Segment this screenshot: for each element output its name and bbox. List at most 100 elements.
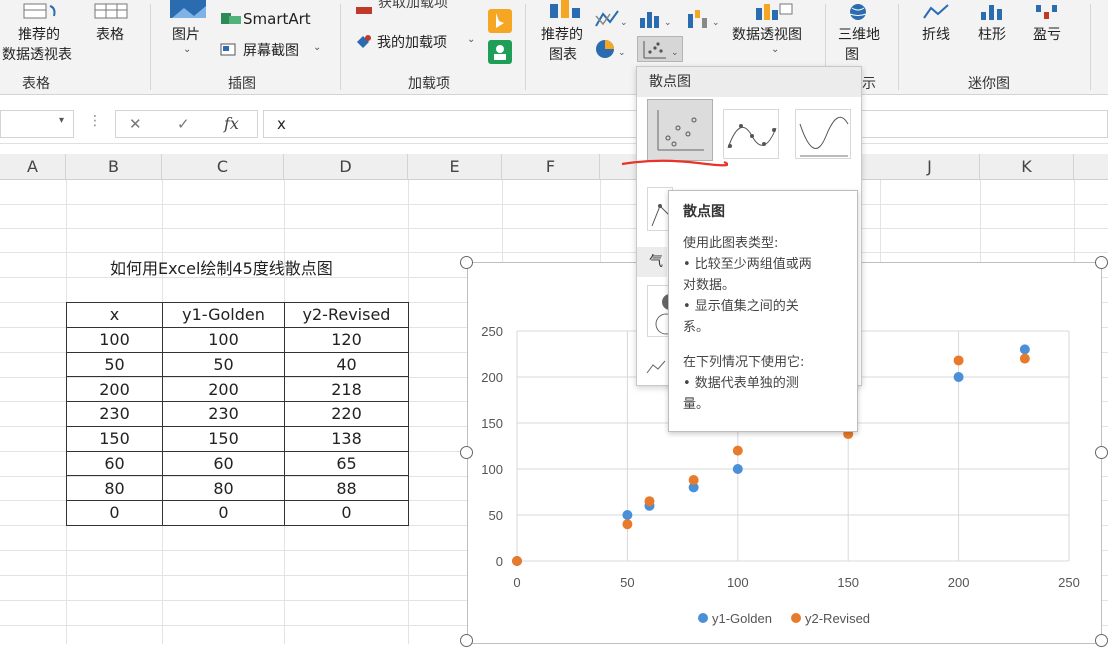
table-header-cell[interactable]: y1-Golden bbox=[162, 302, 285, 328]
table-cell[interactable]: 40 bbox=[284, 351, 409, 378]
recommended-pivottable-label-1[interactable]: 推荐的 bbox=[18, 24, 60, 44]
table-cell[interactable]: 150 bbox=[162, 425, 285, 452]
table-button[interactable]: 表格 bbox=[96, 24, 124, 44]
table-header-cell[interactable]: y2-Revised bbox=[284, 302, 409, 328]
my-addins-icon[interactable] bbox=[354, 33, 374, 51]
recommended-charts-icon[interactable] bbox=[548, 0, 586, 20]
table-cell[interactable]: 60 bbox=[162, 450, 285, 477]
chevron-down-icon[interactable]: ⌄ bbox=[467, 34, 475, 45]
table-icon[interactable] bbox=[93, 2, 129, 20]
tooltip-line: 量。 bbox=[683, 397, 710, 412]
table-cell[interactable]: 100 bbox=[162, 326, 285, 353]
cancel-icon[interactable]: ✕ bbox=[129, 115, 142, 133]
sparkline-line-icon[interactable] bbox=[922, 2, 952, 22]
table-cell[interactable]: 100 bbox=[66, 326, 163, 353]
table-cell[interactable]: 120 bbox=[284, 326, 409, 353]
data-point-y1-golden bbox=[953, 372, 964, 382]
table-cell[interactable]: 200 bbox=[162, 376, 285, 402]
3d-map-icon[interactable] bbox=[842, 2, 880, 22]
line-chart-icon[interactable]: ⌄ bbox=[594, 8, 628, 30]
group-label-illustrations: 插图 bbox=[228, 76, 256, 92]
resize-handle[interactable] bbox=[1095, 256, 1108, 269]
table-cell[interactable]: 80 bbox=[66, 475, 163, 501]
column-chart-icon[interactable]: ⌄ bbox=[638, 8, 674, 30]
table-cell[interactable]: 50 bbox=[162, 351, 285, 378]
column-header-f[interactable]: F bbox=[502, 154, 600, 180]
insert-function-icon[interactable]: fx bbox=[224, 114, 239, 133]
3d-map-label-1[interactable]: 三维地 bbox=[838, 24, 880, 44]
name-box[interactable]: ▾ bbox=[0, 110, 74, 138]
data-point-y2-revised bbox=[732, 445, 743, 456]
table-cell[interactable]: 230 bbox=[162, 401, 285, 427]
scatter-option[interactable] bbox=[647, 99, 713, 161]
section-header-bubble: 气 bbox=[637, 247, 667, 277]
resize-handle[interactable] bbox=[460, 256, 473, 269]
sparkline-winloss-button[interactable]: 盈亏 bbox=[1033, 24, 1061, 44]
3d-map-label-2[interactable]: 图 bbox=[845, 44, 859, 64]
sparkline-winloss-icon[interactable] bbox=[1033, 2, 1063, 22]
pictures-button[interactable]: 图片 bbox=[172, 24, 200, 44]
scatter-smooth-option[interactable] bbox=[795, 109, 851, 159]
column-header-d[interactable]: D bbox=[284, 154, 408, 180]
smartart-icon[interactable] bbox=[220, 10, 242, 26]
sparkline-column-button[interactable]: 柱形 bbox=[978, 24, 1006, 44]
screenshot-icon[interactable] bbox=[220, 41, 238, 57]
sheet-title[interactable]: 如何用Excel绘制45度线散点图 bbox=[110, 255, 333, 279]
table-row: 80 80 88 bbox=[66, 475, 409, 501]
table-cell[interactable]: 80 bbox=[162, 475, 285, 501]
enter-icon[interactable]: ✓ bbox=[177, 115, 190, 133]
pie-chart-icon[interactable]: ⌄ bbox=[594, 38, 630, 60]
scatter-smooth-markers-option[interactable] bbox=[723, 109, 779, 159]
column-header-a[interactable]: A bbox=[0, 154, 66, 180]
table-cell[interactable]: 200 bbox=[66, 376, 163, 402]
screenshot-button[interactable]: 屏幕截图 bbox=[243, 40, 299, 60]
ribbon-separator bbox=[150, 4, 151, 90]
people-graph-icon[interactable] bbox=[488, 40, 512, 64]
table-cell[interactable]: 220 bbox=[284, 401, 409, 427]
table-cell[interactable]: 138 bbox=[284, 425, 409, 452]
more-scatter-charts-icon[interactable] bbox=[645, 357, 667, 377]
smartart-button[interactable]: SmartArt bbox=[243, 10, 311, 28]
resize-handle[interactable] bbox=[1095, 634, 1108, 647]
table-cell[interactable]: 230 bbox=[66, 401, 163, 427]
sparkline-line-button[interactable]: 折线 bbox=[922, 24, 950, 44]
resize-handle[interactable] bbox=[460, 634, 473, 647]
table-cell[interactable]: 50 bbox=[66, 351, 163, 378]
chevron-down-icon[interactable]: ▾ bbox=[59, 115, 64, 126]
get-addins-button[interactable]: 获取加载项 bbox=[378, 0, 448, 12]
table-cell[interactable]: 65 bbox=[284, 450, 409, 477]
scatter-chart-button[interactable]: ⌄ bbox=[637, 36, 683, 62]
column-header-b[interactable]: B bbox=[66, 154, 162, 180]
more-options-icon[interactable]: ⋮ bbox=[88, 113, 102, 129]
my-addins-button[interactable]: 我的加载项 bbox=[377, 32, 447, 52]
recommended-charts-label-2[interactable]: 图表 bbox=[549, 44, 577, 64]
pivot-chart-button[interactable]: 数据透视图 bbox=[732, 24, 802, 44]
table-cell[interactable]: 0 bbox=[162, 500, 285, 526]
recommended-charts-label-1[interactable]: 推荐的 bbox=[541, 24, 583, 44]
table-cell[interactable]: 0 bbox=[66, 500, 163, 526]
waterfall-chart-icon[interactable]: ⌄ bbox=[686, 8, 722, 30]
chevron-down-icon[interactable]: ⌄ bbox=[771, 44, 779, 55]
store-icon[interactable] bbox=[354, 0, 376, 14]
table-cell[interactable]: 218 bbox=[284, 376, 409, 402]
column-header-e[interactable]: E bbox=[408, 154, 502, 180]
column-header-j[interactable]: J bbox=[880, 154, 980, 180]
resize-handle[interactable] bbox=[1095, 446, 1108, 459]
resize-handle[interactable] bbox=[460, 446, 473, 459]
table-cell[interactable]: 88 bbox=[284, 475, 409, 501]
data-point-y2-revised bbox=[1019, 353, 1030, 364]
table-cell[interactable]: 0 bbox=[284, 500, 409, 526]
bing-icon[interactable] bbox=[488, 9, 512, 33]
table-cell[interactable]: 150 bbox=[66, 425, 163, 452]
picture-icon[interactable] bbox=[168, 0, 208, 20]
chevron-down-icon[interactable]: ⌄ bbox=[313, 42, 321, 53]
column-header-c[interactable]: C bbox=[162, 154, 284, 180]
sparkline-column-icon[interactable] bbox=[978, 2, 1008, 22]
chevron-down-icon[interactable]: ⌄ bbox=[183, 44, 191, 55]
recommended-pivottable-label-2[interactable]: 数据透视表 bbox=[2, 44, 72, 64]
column-header-k[interactable]: K bbox=[980, 154, 1074, 180]
table-cell[interactable]: 60 bbox=[66, 450, 163, 477]
pivot-chart-icon[interactable] bbox=[752, 2, 796, 22]
table-header-cell[interactable]: x bbox=[66, 302, 163, 328]
recommended-pivottable-icon[interactable] bbox=[18, 2, 62, 20]
